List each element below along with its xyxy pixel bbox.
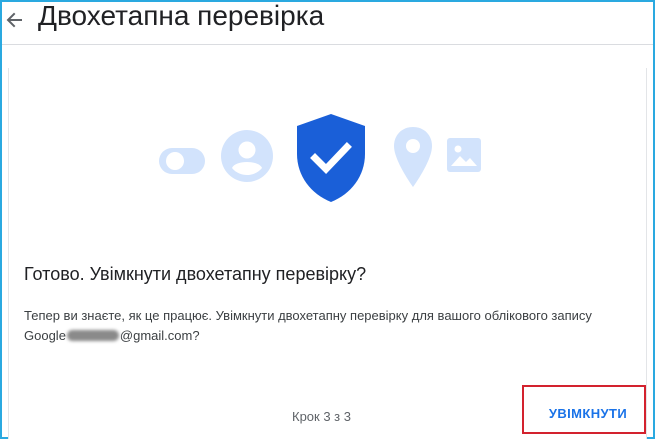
toggle-icon <box>159 148 205 174</box>
location-pin-icon <box>394 127 432 187</box>
redacted-email <box>66 330 119 341</box>
window-frame: Двохетапна перевірка Готово. Увімкнути д… <box>0 0 655 439</box>
dialog-card: Готово. Увімкнути двохетапну перевірку? … <box>8 68 647 439</box>
shield-check-icon <box>297 114 365 202</box>
dialog-title: Готово. Увімкнути двохетапну перевірку? <box>24 264 367 284</box>
page-header: Двохетапна перевірка <box>2 0 653 45</box>
body-email-domain: @gmail.com? <box>119 328 200 343</box>
back-button[interactable] <box>4 6 26 34</box>
illustration <box>9 68 646 228</box>
page-title: Двохетапна перевірка <box>38 0 325 31</box>
enable-button[interactable]: УВІМКНУТИ <box>537 397 639 429</box>
image-icon <box>447 138 481 172</box>
dialog-body: Тепер ви знаєте, як це працює. Увімкнути… <box>24 306 634 346</box>
account-icon <box>221 130 273 182</box>
arrow-back-icon <box>6 12 22 28</box>
step-indicator: Крок 3 з 3 <box>292 409 351 424</box>
